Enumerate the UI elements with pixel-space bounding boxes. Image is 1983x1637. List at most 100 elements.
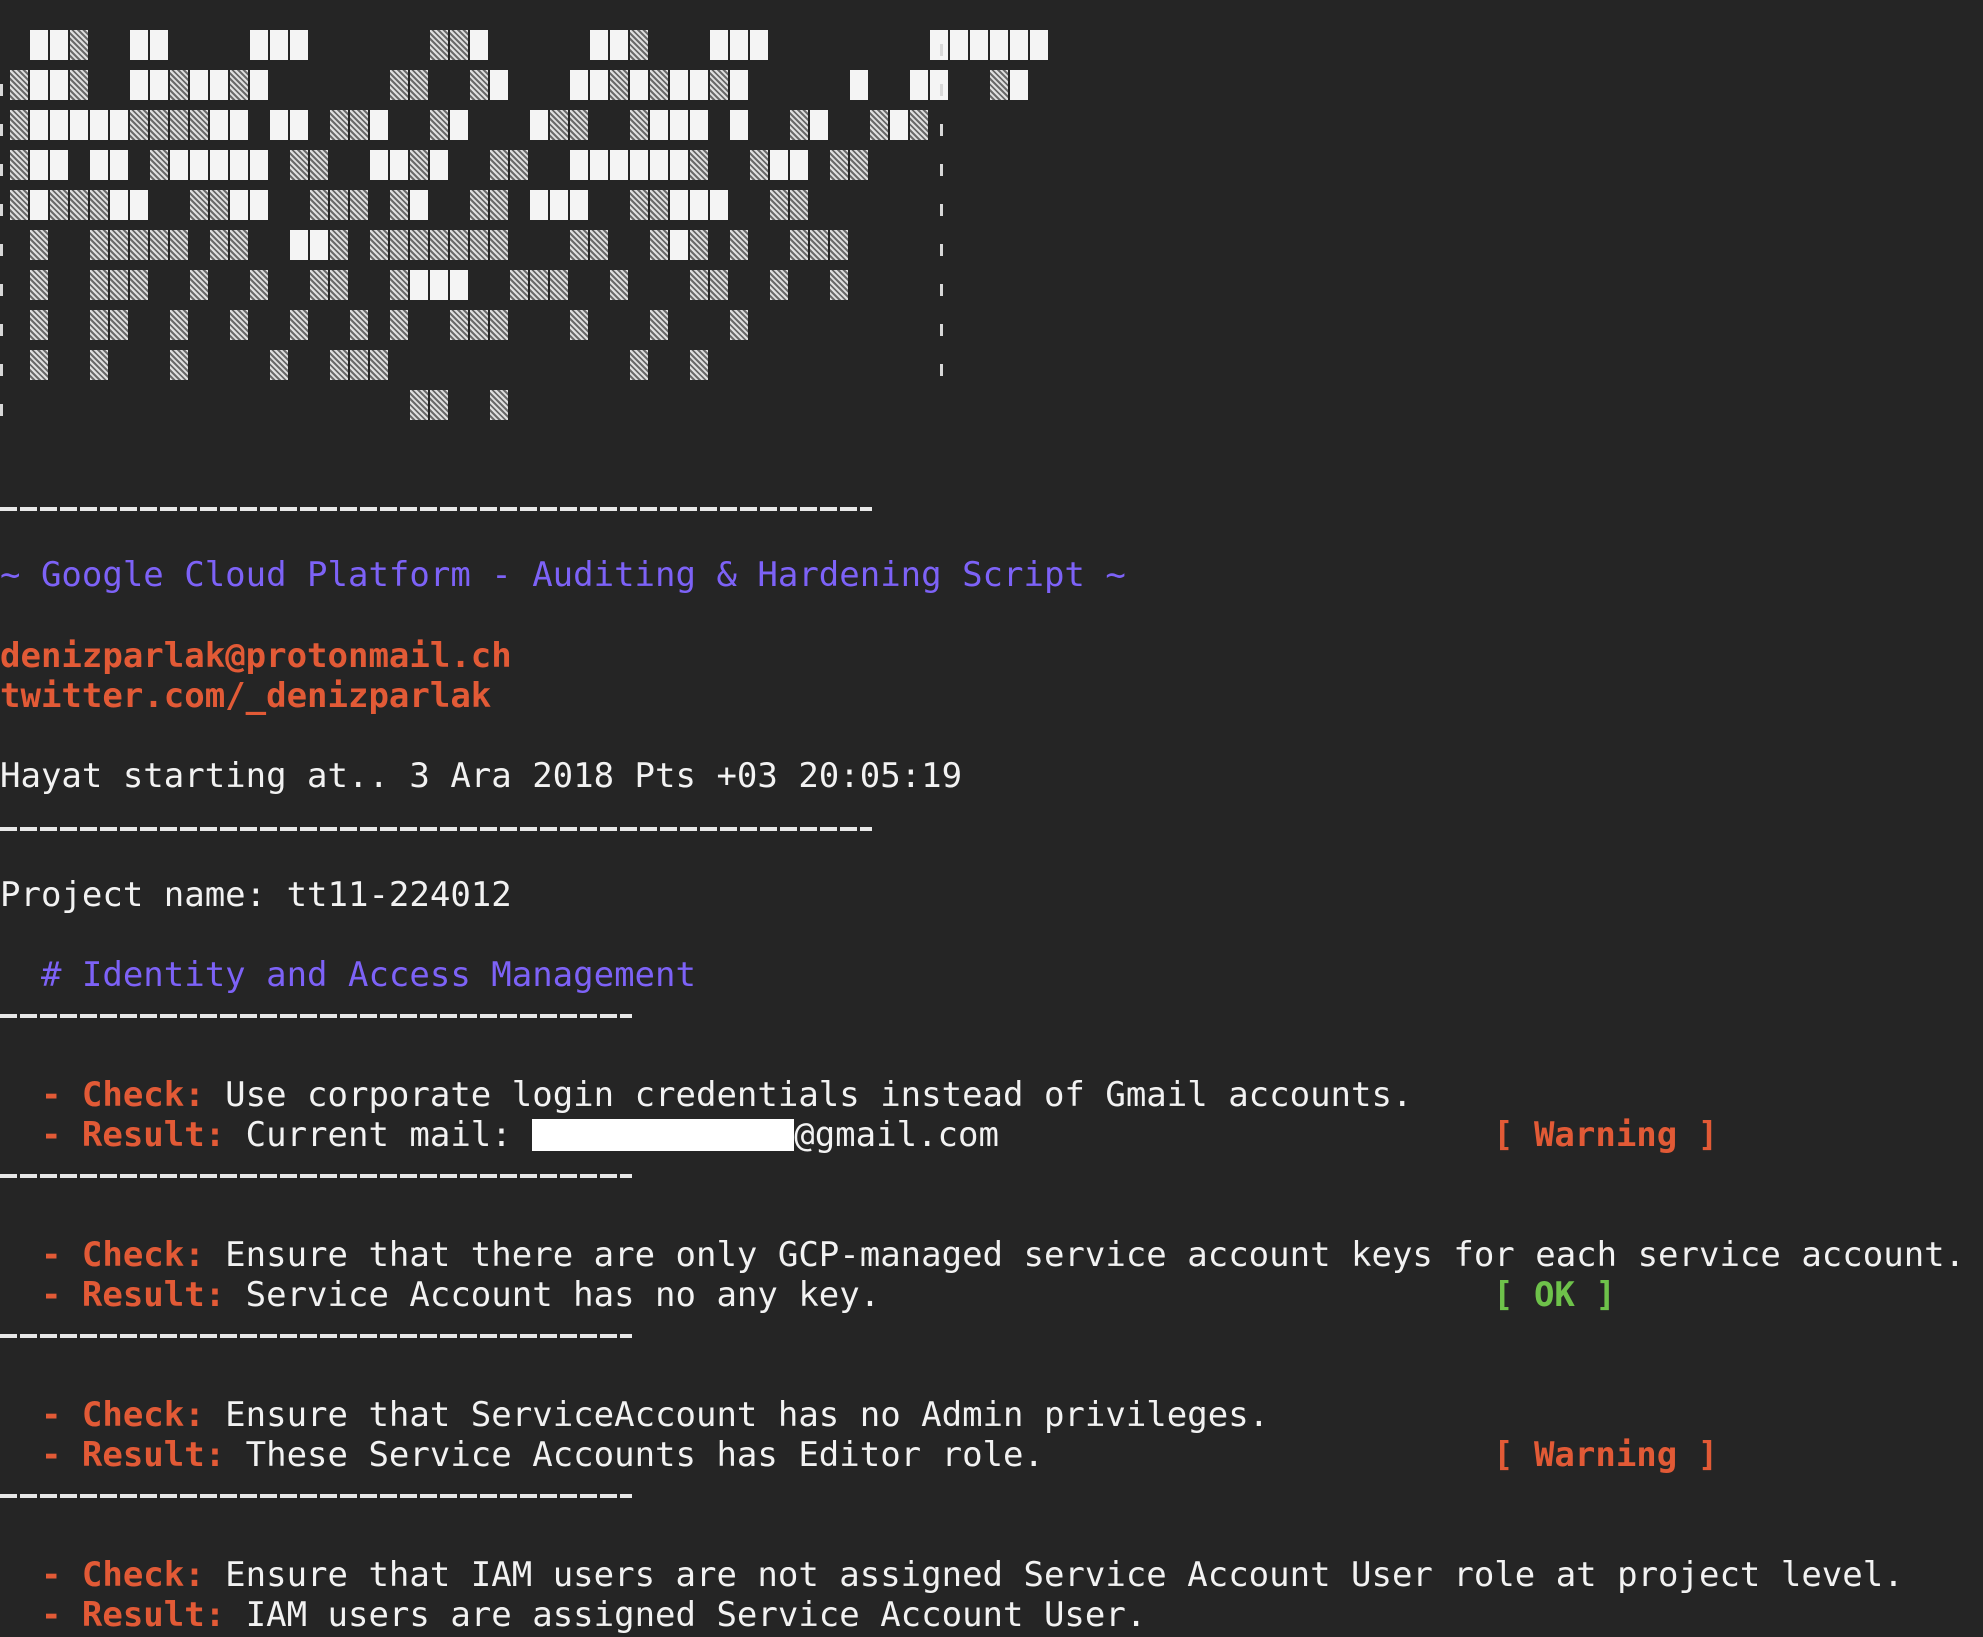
check-line-2: - Check: Ensure that there are only GCP-… xyxy=(0,1235,1965,1275)
banner-glyph xyxy=(30,30,48,60)
banner-glyph xyxy=(230,230,248,260)
banner-glyph xyxy=(630,70,648,100)
banner-glyph xyxy=(310,230,328,260)
banner-frame-tick xyxy=(940,204,943,216)
banner-glyph xyxy=(810,110,828,140)
banner-glyph xyxy=(670,110,688,140)
banner-glyph xyxy=(1010,30,1028,60)
banner-glyph xyxy=(330,270,348,300)
banner-glyph xyxy=(130,190,148,220)
banner-glyph xyxy=(330,110,348,140)
banner-frame-tick xyxy=(940,164,943,176)
banner-frame-tick xyxy=(0,84,3,96)
banner-frame-tick xyxy=(940,324,943,336)
banner-glyph xyxy=(430,230,448,260)
banner-glyph xyxy=(10,70,28,100)
banner-glyph xyxy=(430,30,448,60)
banner-glyph xyxy=(90,270,108,300)
banner-frame-tick xyxy=(0,364,3,376)
banner-glyph xyxy=(650,230,668,260)
banner-glyph xyxy=(30,230,48,260)
banner-glyph xyxy=(710,70,728,100)
banner-glyph xyxy=(630,150,648,180)
banner-glyph xyxy=(730,230,748,260)
check-text: Ensure that ServiceAccount has no Admin … xyxy=(204,1395,1270,1435)
banner-glyph xyxy=(30,190,48,220)
banner-glyph xyxy=(630,350,648,380)
banner-glyph xyxy=(870,110,888,140)
banner-glyph xyxy=(350,110,368,140)
banner-glyph xyxy=(290,110,308,140)
banner-glyph xyxy=(210,190,228,220)
banner-glyph xyxy=(570,110,588,140)
banner-glyph xyxy=(170,310,188,340)
banner-glyph xyxy=(930,30,948,60)
banner-glyph xyxy=(490,190,508,220)
banner-glyph xyxy=(330,350,348,380)
banner-glyph xyxy=(690,270,708,300)
banner-glyph xyxy=(230,150,248,180)
banner-glyph xyxy=(250,150,268,180)
banner-glyph xyxy=(30,70,48,100)
banner-glyph xyxy=(230,190,248,220)
banner-glyph xyxy=(170,350,188,380)
banner-glyph xyxy=(170,230,188,260)
separator xyxy=(0,507,872,511)
banner-glyph xyxy=(650,150,668,180)
banner-glyph xyxy=(650,310,668,340)
banner-glyph xyxy=(30,310,48,340)
banner-glyph xyxy=(590,30,608,60)
banner-glyph xyxy=(70,190,88,220)
banner-glyph xyxy=(250,30,268,60)
banner-glyph xyxy=(70,70,88,100)
banner-glyph xyxy=(350,310,368,340)
banner-glyph xyxy=(570,310,588,340)
banner-glyph xyxy=(990,30,1008,60)
banner-glyph xyxy=(610,150,628,180)
banner-glyph xyxy=(730,30,748,60)
banner-glyph xyxy=(790,230,808,260)
author-twitter: twitter.com/_denizparlak xyxy=(0,676,492,716)
banner-glyph xyxy=(550,110,568,140)
banner-glyph xyxy=(570,230,588,260)
banner-glyph xyxy=(30,350,48,380)
banner-glyph xyxy=(730,110,748,140)
banner-glyph xyxy=(590,150,608,180)
check-text: Ensure that IAM users are not assigned S… xyxy=(204,1555,1904,1595)
result-label: - Result: xyxy=(0,1115,226,1155)
banner-glyph xyxy=(70,110,88,140)
banner-glyph xyxy=(450,270,468,300)
banner-glyph xyxy=(510,270,528,300)
banner-frame-tick xyxy=(940,84,943,96)
banner-glyph xyxy=(90,230,108,260)
banner-glyph xyxy=(70,30,88,60)
banner-glyph xyxy=(1010,70,1028,100)
banner-glyph xyxy=(910,70,928,100)
banner-glyph xyxy=(570,150,588,180)
banner-glyph xyxy=(450,110,468,140)
status-badge-warning: [ Warning ] xyxy=(1493,1115,1719,1155)
result-text: IAM users are assigned Service Account U… xyxy=(225,1595,1147,1635)
result-line-2: - Result: Service Account has no any key… xyxy=(0,1275,880,1315)
banner-glyph xyxy=(170,70,188,100)
banner-glyph xyxy=(370,110,388,140)
banner-glyph xyxy=(290,30,308,60)
result-label: - Result: xyxy=(0,1275,226,1315)
project-name: Project name: tt11-224012 xyxy=(0,875,512,915)
banner-glyph xyxy=(530,110,548,140)
banner-glyph xyxy=(610,70,628,100)
banner-glyph xyxy=(30,150,48,180)
banner-glyph xyxy=(110,150,128,180)
banner-glyph xyxy=(130,110,148,140)
banner-glyph xyxy=(410,270,428,300)
result-line-3: - Result: These Service Accounts has Edi… xyxy=(0,1435,1044,1475)
banner-glyph xyxy=(910,110,928,140)
banner-glyph xyxy=(830,150,848,180)
banner-glyph xyxy=(110,270,128,300)
banner-glyph xyxy=(250,190,268,220)
section-title: # Identity and Access Management xyxy=(0,955,696,995)
banner-glyph xyxy=(770,270,788,300)
banner-glyph xyxy=(410,230,428,260)
separator xyxy=(0,1014,632,1018)
banner-glyph xyxy=(50,70,68,100)
